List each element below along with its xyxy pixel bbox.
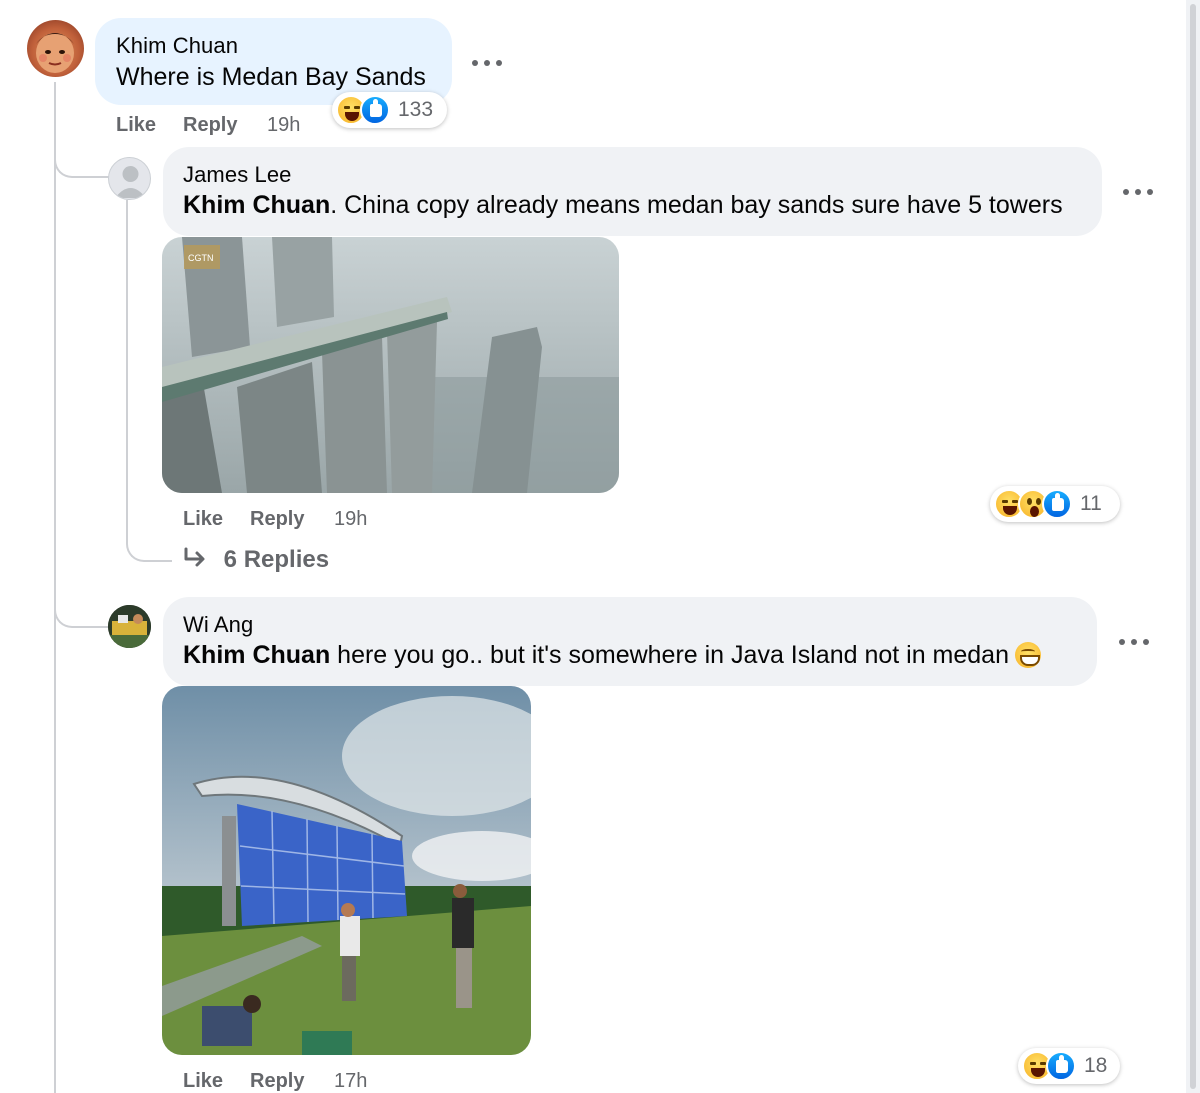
reaction-count: 18	[1084, 1054, 1108, 1077]
comment-bubble-james: James Lee Khim Chuan. China copy already…	[163, 147, 1102, 236]
reaction-count: 11	[1080, 492, 1102, 515]
thread-branch-replies	[126, 530, 172, 562]
reply-button[interactable]: Reply	[250, 508, 304, 531]
thread-branch-james	[54, 150, 110, 178]
thread-branch-wi	[54, 600, 110, 628]
more-options-icon[interactable]	[472, 56, 502, 70]
comment-text: Where is Medan Bay Sands	[116, 63, 426, 91]
like-button[interactable]: Like	[116, 114, 156, 137]
towers-image: CGTN	[162, 237, 619, 493]
like-reaction-icon	[1046, 1051, 1076, 1081]
thread-line-main	[54, 82, 56, 1093]
comment-author[interactable]: Khim Chuan	[116, 33, 238, 59]
profile-photo-icon	[36, 33, 74, 73]
comment-photo-towers[interactable]: CGTN	[162, 237, 619, 493]
comment-timestamp[interactable]: 19h	[334, 508, 367, 531]
profile-photo-icon	[108, 605, 151, 648]
reaction-count: 133	[398, 98, 434, 121]
comment-text: Khim Chuan here you go.. but it's somewh…	[183, 641, 1041, 670]
avatar-wi-ang[interactable]	[108, 605, 151, 648]
reply-arrow-icon	[184, 547, 205, 567]
reaction-summary[interactable]: 133	[332, 92, 447, 128]
reaction-summary[interactable]: 11	[990, 486, 1120, 522]
mention-link[interactable]: Khim Chuan	[183, 641, 330, 669]
replies-count-label: 6 Replies	[223, 546, 330, 573]
comment-timestamp[interactable]: 19h	[267, 114, 300, 137]
watermark-label: CGTN	[188, 253, 214, 263]
reply-button[interactable]: Reply	[250, 1070, 304, 1093]
avatar-khim-chuan[interactable]	[27, 20, 84, 77]
more-options-icon[interactable]	[1123, 185, 1153, 199]
more-options-icon[interactable]	[1119, 635, 1149, 649]
comment-timestamp[interactable]: 17h	[334, 1070, 367, 1093]
comment-body: here you go.. but it's somewhere in Java…	[330, 641, 1009, 669]
like-reaction-icon	[1042, 489, 1072, 519]
reply-button[interactable]: Reply	[183, 114, 237, 137]
comment-author[interactable]: Wi Ang	[183, 612, 253, 638]
like-reaction-icon	[360, 95, 390, 125]
grinning-emoji-icon	[1015, 642, 1041, 668]
thread-line-james	[126, 200, 128, 540]
like-button[interactable]: Like	[183, 1070, 223, 1093]
avatar-james-lee[interactable]	[108, 157, 151, 200]
view-replies-link[interactable]: 6 Replies	[183, 546, 329, 574]
building-image	[162, 686, 531, 1055]
like-button[interactable]: Like	[183, 508, 223, 531]
comment-text: Khim Chuan. China copy already means med…	[183, 191, 1063, 220]
default-avatar-icon	[115, 166, 146, 198]
scrollbar-thumb[interactable]	[1190, 4, 1196, 1089]
mention-link[interactable]: Khim Chuan	[183, 191, 330, 219]
comment-author[interactable]: James Lee	[183, 162, 292, 188]
reaction-summary[interactable]: 18	[1018, 1048, 1120, 1084]
comment-body: . China copy already means medan bay san…	[330, 191, 1063, 219]
comment-bubble-wi: Wi Ang Khim Chuan here you go.. but it's…	[163, 597, 1097, 686]
comment-photo-building[interactable]	[162, 686, 531, 1055]
